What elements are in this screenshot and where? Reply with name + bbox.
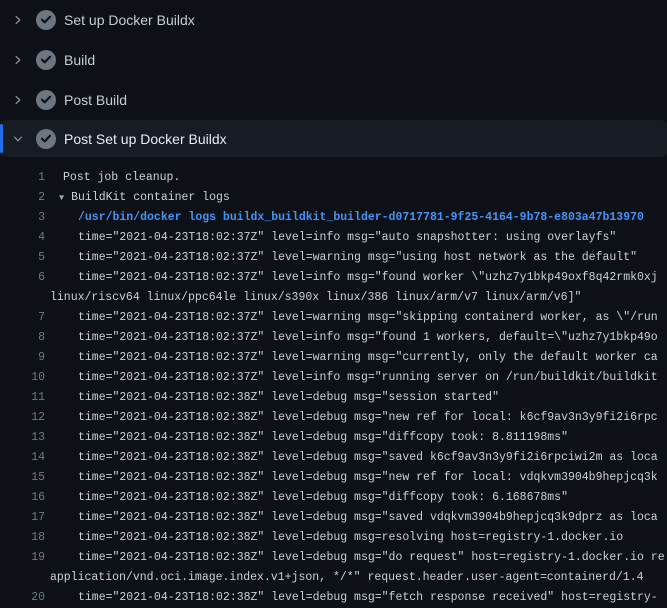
log-line-text: time="2021-04-23T18:02:37Z" level=warnin… [50, 248, 667, 268]
log-line: 2 ▼ BuildKit container logs [0, 188, 667, 208]
log-line-number[interactable]: 17 [0, 508, 45, 528]
log-line: 8time="2021-04-23T18:02:37Z" level=info … [0, 328, 667, 348]
log-line: 14time="2021-04-23T18:02:38Z" level=debu… [0, 448, 667, 468]
log-line: 13time="2021-04-23T18:02:38Z" level=debu… [0, 428, 667, 448]
log-output: 1Post job cleanup.2 ▼ BuildKit container l… [0, 157, 667, 608]
log-line-number [0, 288, 45, 308]
log-line: 9time="2021-04-23T18:02:37Z" level=warni… [0, 348, 667, 368]
log-line-number[interactable]: 2 [0, 188, 45, 208]
log-line-text: time="2021-04-23T18:02:38Z" level=debug … [50, 508, 667, 528]
step-success-check-icon [36, 90, 56, 110]
log-line-text: time="2021-04-23T18:02:38Z" level=debug … [50, 488, 667, 508]
log-line: 19time="2021-04-23T18:02:38Z" level=debu… [0, 548, 667, 568]
chevron-right-icon[interactable] [12, 54, 24, 66]
log-line-text: linux/riscv64 linux/ppc64le linux/s390x … [50, 288, 667, 308]
log-line-number[interactable]: 8 [0, 328, 45, 348]
log-line-number[interactable]: 13 [0, 428, 45, 448]
log-group-line: ▼ BuildKit container logs [50, 188, 667, 208]
steps-list: Set up Docker Buildx Build Post Build Po… [0, 0, 667, 157]
log-line-number[interactable]: 15 [0, 468, 45, 488]
log-line-number[interactable]: 18 [0, 528, 45, 548]
log-line: 3/usr/bin/docker logs buildx_buildkit_bu… [0, 208, 667, 228]
chevron-down-icon[interactable] [12, 133, 24, 145]
log-line-number[interactable]: 7 [0, 308, 45, 328]
log-line: 11time="2021-04-23T18:02:38Z" level=debu… [0, 388, 667, 408]
log-line-number[interactable]: 14 [0, 448, 45, 468]
log-line: linux/riscv64 linux/ppc64le linux/s390x … [0, 288, 667, 308]
log-line-text: time="2021-04-23T18:02:37Z" level=info m… [50, 228, 667, 248]
log-line: 15time="2021-04-23T18:02:38Z" level=debu… [0, 468, 667, 488]
log-line-number [0, 568, 45, 588]
log-line-text: time="2021-04-23T18:02:38Z" level=debug … [50, 548, 667, 568]
log-line-text: time="2021-04-23T18:02:38Z" level=debug … [50, 528, 667, 548]
step-header-build[interactable]: Build [0, 40, 667, 80]
step-success-check-icon [36, 50, 56, 70]
log-line-text: Post job cleanup. [50, 168, 667, 188]
log-line: 4time="2021-04-23T18:02:37Z" level=info … [0, 228, 667, 248]
log-line-text: time="2021-04-23T18:02:38Z" level=debug … [50, 468, 667, 488]
log-line-text: application/vnd.oci.image.index.v1+json,… [50, 568, 667, 588]
log-line: 16time="2021-04-23T18:02:38Z" level=debu… [0, 488, 667, 508]
log-line-number[interactable]: 20 [0, 588, 45, 608]
log-line-number[interactable]: 9 [0, 348, 45, 368]
log-line: application/vnd.oci.image.index.v1+json,… [0, 568, 667, 588]
chevron-right-icon[interactable] [12, 94, 24, 106]
log-line-text: time="2021-04-23T18:02:38Z" level=debug … [50, 408, 667, 428]
log-line-number[interactable]: 11 [0, 388, 45, 408]
log-line: 5time="2021-04-23T18:02:37Z" level=warni… [0, 248, 667, 268]
step-header-setup-docker-buildx[interactable]: Set up Docker Buildx [0, 0, 667, 40]
step-title: Post Set up Docker Buildx [64, 131, 227, 147]
step-title: Build [64, 52, 95, 68]
log-line: 7time="2021-04-23T18:02:37Z" level=warni… [0, 308, 667, 328]
chevron-right-icon[interactable] [12, 14, 24, 26]
log-line-number[interactable]: 10 [0, 368, 45, 388]
log-line-number[interactable]: 6 [0, 268, 45, 288]
log-line-text: time="2021-04-23T18:02:38Z" level=debug … [50, 588, 667, 608]
log-line-number[interactable]: 3 [0, 208, 45, 228]
log-line-number[interactable]: 1 [0, 168, 45, 188]
log-line: 17time="2021-04-23T18:02:38Z" level=debu… [0, 508, 667, 528]
step-header-post-build[interactable]: Post Build [0, 80, 667, 120]
log-line-number[interactable]: 12 [0, 408, 45, 428]
log-line-text: time="2021-04-23T18:02:37Z" level=info m… [50, 328, 667, 348]
log-line: 1Post job cleanup. [0, 168, 667, 188]
log-line-number[interactable]: 4 [0, 228, 45, 248]
step-title: Post Build [64, 92, 127, 108]
step-title: Set up Docker Buildx [64, 12, 195, 28]
log-line: 20time="2021-04-23T18:02:38Z" level=debu… [0, 588, 667, 608]
log-line-number[interactable]: 19 [0, 548, 45, 568]
log-line-number[interactable]: 5 [0, 248, 45, 268]
log-line: 10time="2021-04-23T18:02:37Z" level=info… [0, 368, 667, 388]
log-line: 6time="2021-04-23T18:02:37Z" level=info … [0, 268, 667, 288]
log-line-number[interactable]: 16 [0, 488, 45, 508]
active-step-indicator [0, 124, 3, 153]
log-line: 18time="2021-04-23T18:02:38Z" level=debu… [0, 528, 667, 548]
group-collapse-icon[interactable]: ▼ [59, 193, 64, 203]
step-success-check-icon [36, 129, 56, 149]
log-line-text: time="2021-04-23T18:02:38Z" level=debug … [50, 388, 667, 408]
step-success-check-icon [36, 10, 56, 30]
log-line-text: time="2021-04-23T18:02:37Z" level=info m… [50, 368, 667, 388]
log-line-text: time="2021-04-23T18:02:37Z" level=warnin… [50, 308, 667, 328]
log-group-label[interactable]: BuildKit container logs [71, 191, 230, 204]
step-header-post-setup-docker-buildx[interactable]: Post Set up Docker Buildx [0, 120, 667, 157]
log-line-text: time="2021-04-23T18:02:37Z" level=info m… [50, 268, 667, 288]
log-line-text: time="2021-04-23T18:02:38Z" level=debug … [50, 448, 667, 468]
log-line: 12time="2021-04-23T18:02:38Z" level=debu… [0, 408, 667, 428]
log-line-text: time="2021-04-23T18:02:37Z" level=warnin… [50, 348, 667, 368]
log-line-text: time="2021-04-23T18:02:38Z" level=debug … [50, 428, 667, 448]
log-command-text: /usr/bin/docker logs buildx_buildkit_bui… [50, 208, 667, 228]
